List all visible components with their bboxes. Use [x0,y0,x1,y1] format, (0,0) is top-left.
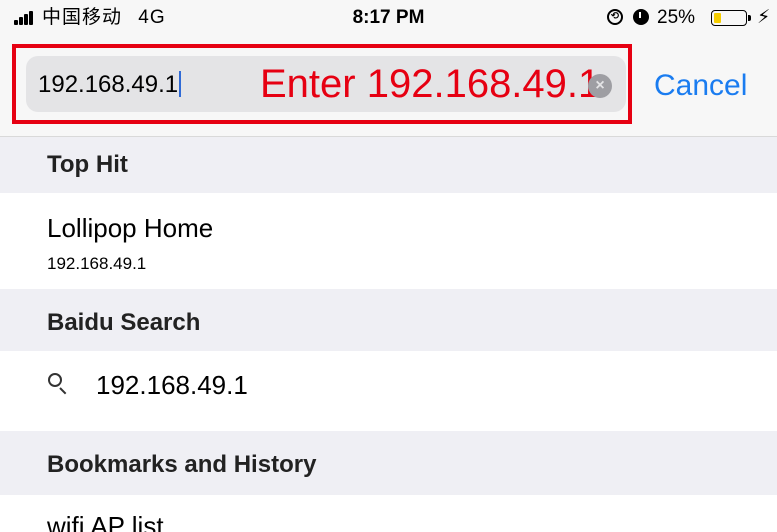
section-header-baidu-search: Baidu Search [0,289,777,351]
search-bar-area: 192.168.49.1 Enter 192.168.49.1 × Cancel [0,36,777,137]
baidu-suggestion-text: 192.168.49.1 [96,370,248,400]
bookmark-title: wifi AP list [47,511,164,532]
status-bar: 中国移动 4G 8:17 PM ⟲ 25% ⚡︎ [0,0,777,36]
charging-icon: ⚡︎ [757,7,771,28]
top-hit-title: Lollipop Home [47,213,214,243]
section-title-baidu-search: Baidu Search [47,309,201,336]
section-header-top-hit: Top Hit [0,137,777,193]
alarm-icon [633,9,649,25]
section-header-bookmarks-history: Bookmarks and History [0,431,777,495]
section-title-bookmarks-history: Bookmarks and History [47,451,317,478]
top-hit-url: 192.168.49.1 [47,254,147,273]
baidu-search-suggestion-row[interactable]: 192.168.49.1 [0,351,777,431]
cancel-button[interactable]: Cancel [654,66,747,106]
search-icon [48,373,70,395]
bookmark-result-row[interactable]: wifi AP list [0,495,777,532]
section-title-top-hit: Top Hit [47,151,128,178]
rotation-lock-icon: ⟲ [607,9,623,25]
top-hit-result-row[interactable]: Lollipop Home 192.168.49.1 [0,193,777,289]
battery-icon [711,10,751,26]
safari-search-screen: 中国移动 4G 8:17 PM ⟲ 25% ⚡︎ 192.168.49.1 En… [0,0,777,532]
status-right-group: ⟲ 25% ⚡︎ [607,5,777,31]
highlight-box [12,44,632,124]
battery-fill [714,13,721,23]
battery-percent: 25% [657,7,696,28]
